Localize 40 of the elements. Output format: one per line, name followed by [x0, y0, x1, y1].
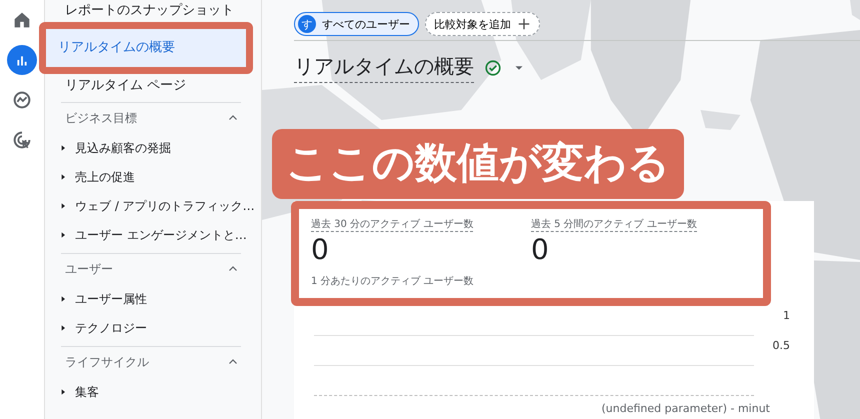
chart-title: 1 分あたりのアクティブ ユーザー数 [311, 274, 475, 288]
sidebar-item[interactable]: 売上の促進 [45, 162, 257, 191]
triangle-icon [59, 294, 67, 302]
axis-label: (undefined parameter) - minut [602, 402, 770, 415]
sidebar-item[interactable]: レポートのスナップショット [45, 0, 257, 22]
sidebar-item[interactable]: リアルタイム ページ [45, 74, 257, 98]
cursor-target-icon [11, 129, 33, 151]
trend-circle-icon [11, 89, 33, 111]
sidebar-item[interactable]: 集客 [45, 377, 257, 406]
segment-chip[interactable]: す すべてのユーザー [294, 12, 419, 36]
axis-tick-label: 0.5 [772, 339, 790, 352]
section-header[interactable]: ビジネス目標 [45, 103, 257, 133]
chip-label: すべてのユーザー [322, 16, 410, 32]
triangle-icon [59, 202, 67, 210]
triangle-icon [59, 172, 67, 180]
sidebar-item[interactable]: テクノロジー [45, 313, 257, 342]
sidebar-item[interactable]: リアルタイムの概要 [46, 29, 246, 67]
axis-tick-label: 1 [782, 309, 790, 322]
button-label: 比較対象を追加 [434, 16, 511, 32]
triangle-icon [59, 144, 67, 152]
callout-label: ここの数値が変わる [272, 129, 684, 199]
triangle-icon [59, 324, 67, 332]
avatar-badge: す [298, 15, 316, 33]
metric-label: 過去 5 分間のアクティブ ユーザー数 [531, 217, 697, 232]
sidebar-item[interactable]: 見込み顧客の発掘 [45, 133, 257, 162]
metric-label: 過去 30 分のアクティブ ユーザー数 [311, 217, 474, 232]
plus-icon [517, 17, 531, 31]
sidebar-item[interactable]: ウェブ / アプリのトラフィック… [45, 191, 257, 220]
check-circle-icon [484, 59, 502, 77]
triangle-icon [59, 230, 67, 238]
page-title: リアルタイムの概要 [294, 53, 474, 83]
metric-value: 0 [311, 232, 329, 268]
nav-bar-chart-button[interactable] [7, 45, 37, 75]
sidebar-item[interactable]: ユーザー属性 [45, 284, 257, 313]
metric-value: 0 [531, 232, 549, 268]
add-comparison-button[interactable]: 比較対象を追加 [425, 12, 540, 36]
triangle-icon [59, 388, 67, 396]
sidebar-item[interactable]: ユーザー エンゲージメントと… [45, 220, 257, 249]
section-header[interactable]: ライフサイクル [45, 347, 257, 377]
section-header[interactable]: ユーザー [45, 254, 257, 284]
